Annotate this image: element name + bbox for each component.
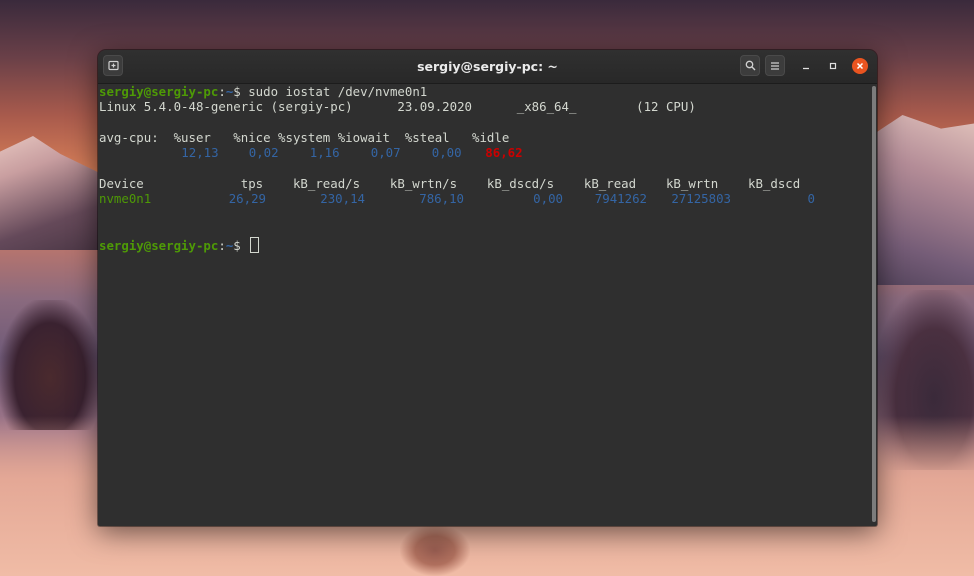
cpu-iowait-value: 0,07 — [370, 145, 401, 161]
device-kb-read-value: 7941262 — [594, 191, 647, 207]
device-row-line: nvme0n1 26,29 230,14 786,10 0,00 7941262 27125… — [99, 191, 877, 206]
device-header-line: Device tps kB_read/s kB_wrtn/s kB_dscd/s… — [99, 175, 801, 191]
close-button[interactable] — [852, 58, 868, 74]
cpu-system-value: 1,16 — [309, 145, 340, 161]
prompt-user-host: sergiy@sergiy-pc — [99, 237, 219, 253]
prompt-colon: : — [218, 237, 226, 253]
prompt-colon: : — [218, 84, 226, 99]
terminal-window: sergiy@sergiy-pc: ~ sergiy@sergiy-pc:~$ … — [98, 50, 877, 526]
wallpaper-tree — [400, 525, 470, 576]
wallpaper-mountain-left — [0, 136, 110, 250]
cpu-steal-value: 0,00 — [431, 145, 462, 161]
device-tps-value: 26,29 — [228, 191, 266, 207]
device-kb-wrtn-s-value: 786,10 — [419, 191, 464, 207]
prompt-line[interactable]: sergiy@sergiy-pc:~$ — [99, 236, 877, 253]
search-icon — [745, 56, 756, 75]
cpu-values-line: 12,13 0,02 1,16 0,07 0,00 86,62 — [99, 145, 877, 160]
device-kb-dscd-s-value: 0,00 — [533, 191, 563, 207]
device-name: nvme0n1 — [99, 191, 152, 207]
wallpaper-mountain-right — [864, 115, 974, 285]
menu-button[interactable] — [765, 55, 785, 76]
scrollbar[interactable] — [872, 86, 876, 522]
prompt-symbol: $ — [233, 84, 241, 99]
text-cursor — [250, 236, 260, 253]
prompt-user-host: sergiy@sergiy-pc — [99, 84, 219, 99]
system-info-line: Linux 5.4.0-48-generic (sergiy-pc) 23.09… — [99, 99, 696, 115]
cpu-user-value: 12,13 — [181, 145, 219, 161]
window-title: sergiy@sergiy-pc: ~ — [417, 59, 558, 74]
device-kb-dscd-value: 0 — [807, 191, 815, 207]
command-text: sudo iostat /dev/nvme0n1 — [240, 84, 428, 99]
cpu-header-line: avg-cpu: %user %nice %system %iowait %st… — [99, 129, 510, 145]
cpu-indent — [99, 145, 174, 160]
hamburger-menu-icon — [770, 56, 780, 75]
maximize-button[interactable] — [825, 58, 841, 74]
device-kb-wrtn-value: 27125803 — [671, 191, 731, 207]
wallpaper-forest-left — [0, 300, 100, 430]
minimize-button[interactable] — [798, 58, 814, 74]
terminal-output[interactable]: sergiy@sergiy-pc:~$ sudo iostat /dev/nvm… — [98, 84, 877, 526]
device-kb-read-s-value: 230,14 — [320, 191, 365, 207]
close-icon — [856, 60, 864, 73]
search-button[interactable] — [740, 55, 760, 76]
minimize-icon — [802, 60, 810, 73]
cpu-nice-value: 0,02 — [248, 145, 279, 161]
maximize-icon — [829, 60, 837, 73]
cpu-idle-value: 86,62 — [485, 145, 523, 161]
title-bar[interactable]: sergiy@sergiy-pc: ~ — [98, 50, 877, 84]
command-line: sergiy@sergiy-pc:~$ sudo iostat /dev/nvm… — [99, 84, 877, 99]
prompt-symbol: $ — [233, 237, 249, 253]
